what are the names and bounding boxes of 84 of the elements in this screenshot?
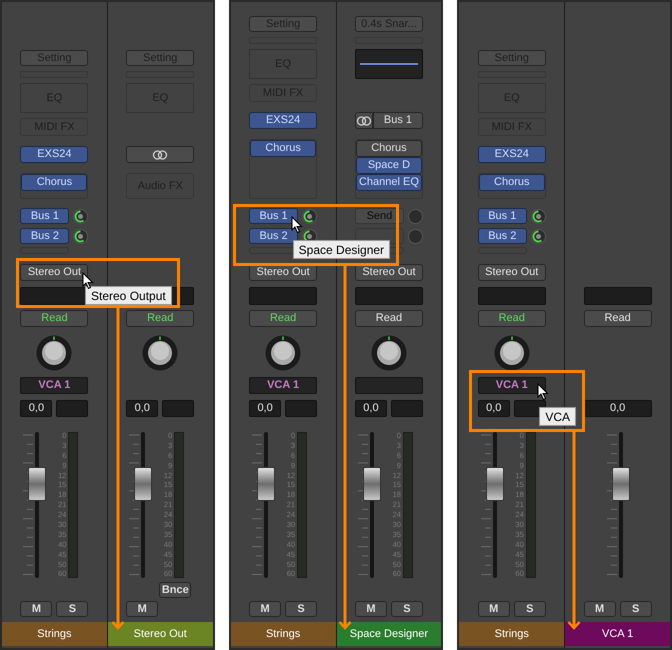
peak-field [285, 400, 318, 417]
link-icon [356, 116, 372, 126]
stereo-link-button[interactable] [126, 146, 194, 163]
audio-effect-slot[interactable]: Space D [356, 157, 422, 174]
automation-button[interactable]: Read [20, 310, 88, 327]
pan-knob[interactable] [494, 335, 530, 371]
bounce-button[interactable]: Bnce [159, 582, 192, 598]
send-slot[interactable]: Bus 2 [20, 228, 70, 244]
send-slot[interactable]: Bus 1 [249, 208, 298, 224]
output-button[interactable]: Stereo Out [354, 264, 423, 281]
audio-effect-slot[interactable]: Chorus [250, 140, 316, 157]
volume-field[interactable]: 0,0 [354, 400, 387, 417]
output-button[interactable]: Stereo Out [478, 264, 546, 281]
fader-thumb[interactable] [612, 466, 630, 501]
mute-button[interactable]: M [478, 601, 510, 617]
fader-thumb[interactable] [486, 466, 504, 501]
vca-slot[interactable]: VCA 1 [249, 377, 318, 394]
mute-button[interactable]: M [20, 601, 52, 617]
audio-effect-slot[interactable]: Channel EQ [356, 174, 422, 191]
eq-curve-icon [360, 62, 418, 66]
vca-slot[interactable]: VCA 1 [478, 377, 546, 394]
send-slot[interactable]: Bus 2 [478, 228, 527, 244]
instrument-slot[interactable]: EXS24 [478, 146, 546, 163]
channel-name-bar[interactable]: Strings [459, 622, 564, 646]
audio-effect-slot[interactable]: Chorus [21, 174, 88, 191]
solo-button[interactable]: S [620, 601, 652, 617]
pan-knob[interactable] [142, 335, 178, 371]
channel-name-bar[interactable]: Stereo Out [108, 622, 213, 646]
input-slot[interactable]: Bus 1 [372, 112, 423, 129]
mute-button[interactable]: M [584, 601, 616, 617]
instrument-slot[interactable]: EXS24 [20, 146, 88, 163]
volume-field[interactable]: 0,0 [249, 400, 282, 417]
send-knob[interactable] [73, 228, 88, 244]
cursor-icon [82, 272, 94, 290]
automation-button[interactable]: Read [478, 310, 546, 327]
pan-knob[interactable] [265, 335, 302, 371]
automation-button[interactable]: Read [584, 310, 652, 327]
automation-button[interactable]: Read [126, 310, 194, 327]
channel-name-bar[interactable]: Space Designer [336, 622, 442, 646]
fader-thumb[interactable] [362, 466, 381, 501]
automation-button[interactable]: Read [249, 310, 318, 327]
send-knob[interactable] [530, 228, 546, 244]
solo-button[interactable]: S [390, 601, 423, 617]
channel-name-bar[interactable]: Strings [230, 622, 336, 646]
stereo-link-button[interactable] [354, 112, 373, 129]
pan-knob[interactable] [36, 335, 72, 371]
audio-effect-slot[interactable]: Chorus [356, 140, 422, 157]
solo-button[interactable]: S [285, 601, 318, 617]
channel-name-bar[interactable]: VCA 1 [565, 622, 670, 646]
tooltip: Stereo Output [85, 286, 172, 305]
fader-thumb[interactable] [257, 466, 276, 501]
send-knob[interactable] [73, 208, 88, 224]
channel-name-bar[interactable]: Strings [2, 622, 107, 646]
solo-button[interactable]: S [56, 601, 88, 617]
cursor-icon [290, 216, 303, 234]
mute-button[interactable]: M [126, 601, 158, 617]
peak-field [162, 400, 194, 417]
tooltip: VCA [539, 407, 576, 426]
automation-button[interactable]: Read [354, 310, 423, 327]
vca-slot[interactable]: VCA 1 [20, 377, 88, 394]
fader-thumb[interactable] [28, 466, 46, 501]
mute-button[interactable]: M [354, 601, 387, 617]
instrument-slot[interactable]: EXS24 [249, 112, 318, 129]
send-slot[interactable]: Bus 1 [478, 208, 527, 224]
send-knob[interactable] [302, 208, 318, 224]
mute-button[interactable]: M [249, 601, 282, 617]
send-slot[interactable]: Bus 2 [249, 228, 298, 244]
output-button[interactable]: Stereo Out [20, 264, 88, 281]
peak-field [390, 400, 423, 417]
cursor-icon [537, 383, 550, 401]
link-icon [152, 150, 168, 160]
send-knob[interactable] [530, 208, 546, 224]
send-slot[interactable]: Bus 1 [20, 208, 70, 224]
audio-effect-slot[interactable]: Chorus [478, 174, 545, 191]
volume-field[interactable]: 0,0 [584, 400, 652, 417]
peak-field [56, 400, 88, 417]
volume-field[interactable]: 0,0 [20, 400, 52, 417]
tooltip: Space Designer [292, 240, 390, 259]
eq-thumbnail[interactable] [354, 49, 423, 79]
volume-field[interactable]: 0,0 [478, 400, 510, 417]
pan-knob[interactable] [370, 335, 407, 371]
volume-field[interactable]: 0,0 [126, 400, 158, 417]
fader-thumb[interactable] [134, 466, 152, 501]
solo-button[interactable]: S [514, 601, 546, 617]
